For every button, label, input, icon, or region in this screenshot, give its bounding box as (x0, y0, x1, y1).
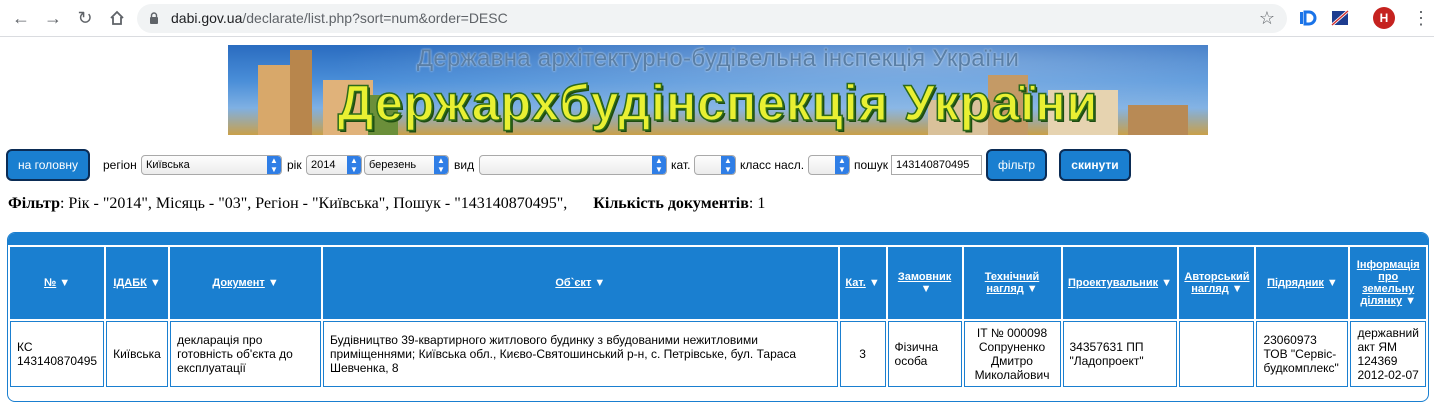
extension-id-icon[interactable] (1297, 8, 1317, 28)
banner-subtitle: Державна архітектурно-будівельна інспекц… (416, 45, 1020, 72)
col-header-idabk[interactable]: ІДАБК ▼ (106, 247, 169, 319)
reset-button[interactable]: скинути (1059, 149, 1131, 181)
home-button[interactable]: на головну (6, 149, 90, 181)
filter-button[interactable]: фільтр (986, 149, 1047, 181)
doc-count-value: : 1 (748, 195, 766, 212)
search-input[interactable]: 143140870495 (891, 155, 982, 175)
chevron-updown-icon: ▲ ▼ (721, 156, 735, 174)
cell-idabk: Київська (106, 321, 169, 387)
col-header-document[interactable]: Документ ▼ (170, 247, 321, 319)
region-label: регіон (103, 158, 137, 172)
category-label: кат. (671, 158, 691, 172)
extension-flag-icon[interactable] (1330, 8, 1350, 28)
cell-tech-supervision: ІТ № 000098 Сопруненко Дмитро Миколайови… (963, 321, 1061, 387)
bookmark-star-icon[interactable]: ☆ (1259, 8, 1275, 29)
reload-icon[interactable]: ↻ (74, 7, 96, 29)
profile-avatar[interactable]: H (1373, 7, 1395, 29)
forward-icon[interactable]: → (42, 7, 64, 29)
search-label: пошук (854, 158, 889, 172)
year-select[interactable]: 2014 ▲ ▼ (306, 155, 362, 175)
sort-triangle-icon[interactable]: ▼ (1161, 277, 1172, 289)
browser-toolbar: ← → ↻ dabi.gov.ua/declarate/list.php?sor… (0, 0, 1434, 37)
doc-count-label: Кількість документів (593, 195, 749, 212)
cell-cat: 3 (839, 321, 886, 387)
sort-triangle-icon[interactable]: ▼ (59, 277, 70, 289)
cell-num: КС 143140870495 (10, 321, 105, 387)
back-icon[interactable]: ← (10, 7, 32, 29)
type-label: вид (454, 158, 475, 172)
cell-land-info: державний акт ЯМ 124369 2012-02-07 (1350, 321, 1426, 387)
address-bar[interactable]: dabi.gov.ua/declarate/list.php?sort=num&… (137, 4, 1287, 33)
col-header-author-supervision[interactable]: Авторський нагляд ▼ (1179, 247, 1255, 319)
filter-summary: Фільтр: Рік - "2014", Місяць - "03", Рег… (8, 195, 765, 213)
filter-summary-label: Фільтр (8, 195, 60, 212)
col-header-num[interactable]: № ▼ (10, 247, 105, 319)
chevron-updown-icon: ▲ ▼ (267, 156, 281, 174)
col-header-tech-supervision[interactable]: Технічний нагляд ▼ (963, 247, 1061, 319)
filter-summary-text: : Рік - "2014", Місяць - "03", Регіон - … (59, 195, 568, 212)
table-header-row: № ▼ ІДАБК ▼ Документ ▼ Об`єкт ▼ Кат. ▼ Замовн… (10, 247, 1426, 319)
lock-icon (150, 12, 158, 24)
col-header-land-info[interactable]: Інформація про земельну ділянку ▼ (1350, 247, 1426, 319)
table-row: КС 143140870495 Київська декларація про … (10, 321, 1426, 387)
sort-triangle-icon[interactable]: ▼ (150, 277, 161, 289)
url-text: dabi.gov.ua/declarate/list.php?sort=num&… (171, 10, 508, 26)
cell-contractor: 23060973 ТОВ "Сервіс-будкомплекс" (1256, 321, 1349, 387)
chevron-updown-icon: ▲ ▼ (652, 156, 666, 174)
menu-kebab-icon[interactable]: ⋮ (1412, 7, 1430, 29)
category-select[interactable]: ▲ ▼ (694, 155, 736, 175)
year-label: рік (287, 158, 302, 172)
results-table: № ▼ ІДАБК ▼ Документ ▼ Об`єкт ▼ Кат. ▼ Замовн… (7, 232, 1429, 402)
col-header-designer[interactable]: Проектувальник ▼ (1062, 247, 1178, 319)
site-banner: Державна архітектурно-будівельна інспекц… (228, 45, 1208, 135)
col-header-customer[interactable]: Замовник▼ (887, 247, 962, 319)
sort-triangle-icon[interactable]: ▼ (1232, 283, 1243, 295)
col-header-object[interactable]: Об`єкт ▼ (323, 247, 838, 319)
cell-document: декларація про готовність об'єкта до екс… (170, 321, 321, 387)
cell-designer: 34357631 ПП "Ладопроект" (1062, 321, 1178, 387)
sort-triangle-icon[interactable]: ▼ (1405, 295, 1416, 307)
chevron-updown-icon: ▲ ▼ (434, 156, 448, 174)
sort-triangle-icon[interactable]: ▼ (1027, 283, 1038, 295)
col-header-cat[interactable]: Кат. ▼ (839, 247, 886, 319)
sort-triangle-icon[interactable]: ▼ (594, 277, 605, 289)
cell-customer: Фізична особа (887, 321, 962, 387)
home-icon[interactable] (106, 7, 128, 29)
chevron-updown-icon: ▲ ▼ (347, 156, 361, 174)
class-label: класс насл. (740, 158, 805, 172)
sort-triangle-icon[interactable]: ▼ (268, 277, 279, 289)
type-select[interactable]: ▲ ▼ (479, 155, 667, 175)
chevron-updown-icon: ▲ ▼ (835, 156, 849, 174)
cell-author-supervision (1179, 321, 1255, 387)
banner-title: Держархбудінспекція України (337, 74, 1099, 132)
class-select[interactable]: ▲ ▼ (808, 155, 850, 175)
col-header-contractor[interactable]: Підрядник ▼ (1256, 247, 1349, 319)
region-select[interactable]: Київська ▲ ▼ (141, 155, 282, 175)
month-select[interactable]: березень ▲ ▼ (364, 155, 449, 175)
sort-triangle-icon[interactable]: ▼ (869, 277, 880, 289)
cell-object: Будівництво 39-квартирного житлового буд… (323, 321, 838, 387)
sort-triangle-icon[interactable]: ▼ (921, 283, 932, 295)
sort-triangle-icon[interactable]: ▼ (1327, 277, 1338, 289)
